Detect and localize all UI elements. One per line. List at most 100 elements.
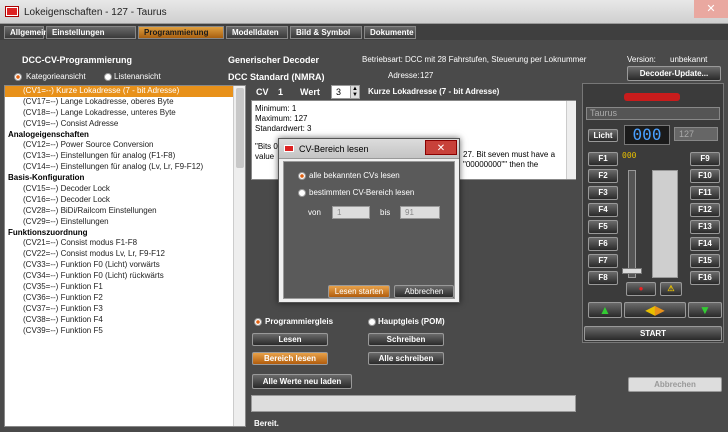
tree-item[interactable]: (CV1=--) Kurze Lokadresse (7 - bit Adres… [5,86,245,97]
function-button-f4[interactable]: F4 [588,203,618,217]
tree-item[interactable]: (CV33=--) Funktion F0 (Licht) vorwärts [5,260,245,271]
function-button-f16[interactable]: F16 [690,271,720,285]
dialog-cancel-button[interactable]: Abbrechen [394,285,454,298]
category-view-label: Kategorieansicht [26,72,86,81]
cancel-button[interactable]: Abbrechen [628,377,722,392]
tree-item[interactable]: (CV35=--) Funktion F1 [5,282,245,293]
arrow-up-icon[interactable]: ▲ [588,302,622,318]
dialog-titlebar: CV-Bereich lesen ✕ [279,139,459,159]
tree-group[interactable]: Funktionszuordnung [5,228,245,239]
list-view-radio[interactable] [104,73,112,81]
tree-item[interactable]: (CV29=--) Einstellungen [5,217,245,228]
read-range-button[interactable]: Bereich lesen [252,352,328,365]
address-label: Adresse: [388,71,420,80]
function-button-f12[interactable]: F12 [690,203,720,217]
category-view-radio[interactable] [14,73,22,81]
info-scrollbar[interactable] [566,101,576,179]
tab-einstellungen[interactable]: Einstellungen [46,26,136,39]
tree-item[interactable]: (CV12=--) Power Source Conversion [5,140,245,151]
function-button-f11[interactable]: F11 [690,186,720,200]
mode-label: Betriebsart: [362,55,403,64]
tree-group[interactable]: Basis-Konfiguration [5,173,245,184]
value-stepper[interactable]: ▲ ▼ [350,85,360,99]
tab-allgemein[interactable]: Allgemein [4,26,48,39]
tree-item[interactable]: (CV13=--) Einstellungen für analog (F1-F… [5,151,245,162]
value-input[interactable]: 3 [331,85,351,99]
opt-range-radio[interactable] [298,189,306,197]
function-button-f2[interactable]: F2 [588,169,618,183]
dialog-body: alle bekannten CVs lesen bestimmten CV-B… [283,161,455,299]
tree-item[interactable]: (CV39=--) Funktion F5 [5,326,245,337]
tree-item[interactable]: (CV28=--) BiDi/Railcom Einstellungen [5,206,245,217]
cv-description: Kurze Lokadresse (7 - bit Adresse) [368,87,500,96]
speed-slider-track[interactable] [628,170,636,278]
light-button[interactable]: Licht [588,129,618,142]
tree-item[interactable]: (CV17=--) Lange Lokadresse, oberes Byte [5,97,245,108]
tree-item[interactable]: (CV14=--) Einstellungen für analog (Lv, … [5,162,245,173]
write-button[interactable]: Schreiben [368,333,444,346]
main-track-radio[interactable] [368,318,376,326]
scroll-thumb[interactable] [236,88,244,168]
tree-group[interactable]: Analogeigenschaften [5,130,245,141]
tree-item[interactable]: (CV16=--) Decoder Lock [5,195,245,206]
arrow-down-icon[interactable]: ▼ [688,302,722,318]
info-line: Maximum: 127 [255,114,308,123]
function-button-f7[interactable]: F7 [588,254,618,268]
mode-value: DCC mit 28 Fahrstufen, Steuerung per Lok… [405,55,587,64]
function-button-f13[interactable]: F13 [690,220,720,234]
write-all-button[interactable]: Alle schreiben [368,352,444,365]
tab-dokumente[interactable]: Dokumente [364,26,416,39]
function-button-f6[interactable]: F6 [588,237,618,251]
opt-all-label: alle bekannten CVs lesen [309,171,400,180]
tree-item[interactable]: (CV22=--) Consist modus Lv, Lr, F9-F12 [5,249,245,260]
tab-programmierung[interactable]: Programmierung [138,26,224,39]
start-read-button[interactable]: Lesen starten [328,285,390,298]
to-label: bis [380,208,391,217]
tree-item[interactable]: (CV18=--) Lange Lokadresse, unteres Byte [5,108,245,119]
tree-item[interactable]: (CV38=--) Funktion F4 [5,315,245,326]
function-button-f14[interactable]: F14 [690,237,720,251]
address-select[interactable]: 127 [674,127,718,141]
tree-item[interactable]: (CV36=--) Funktion F2 [5,293,245,304]
function-button-f1[interactable]: F1 [588,152,618,166]
function-button-f15[interactable]: F15 [690,254,720,268]
loco-select[interactable]: Taurus [586,107,720,120]
version-label: Version: [627,55,656,64]
locomotive-icon [624,93,680,101]
info-line: Minimum: 1 [255,104,297,113]
title-bar: Lokeigenschaften - 127 - Taurus ✕ [0,0,728,24]
tree-scrollbar[interactable] [233,86,245,426]
warning-icon[interactable]: ⚠ [660,282,682,296]
address-value: 127 [420,71,434,80]
tab-modelldaten[interactable]: Modelldaten [226,26,288,39]
read-button[interactable]: Lesen [252,333,328,346]
tree-item[interactable]: (CV15=--) Decoder Lock [5,184,245,195]
prog-track-radio[interactable] [254,318,262,326]
from-input[interactable]: 1 [332,206,370,219]
function-button-f10[interactable]: F10 [690,169,720,183]
close-button[interactable]: ✕ [694,0,728,18]
tree-item[interactable]: (CV34=--) Funktion F0 (Licht) rückwärts [5,271,245,282]
speed-slider-thumb[interactable] [622,268,642,274]
function-button-f9[interactable]: F9 [690,152,720,166]
start-button[interactable]: START [584,326,722,341]
function-button-f3[interactable]: F3 [588,186,618,200]
tab-bild-symbol[interactable]: Bild & Symbol [290,26,362,39]
status-text: Bereit. [254,419,279,428]
tree-item[interactable]: (CV37=--) Funktion F3 [5,304,245,315]
prog-track-label: Programmiergleis [265,317,334,326]
direction-button[interactable]: ◀▶ [624,302,686,318]
tree-item[interactable]: (CV21=--) Consist modus F1-F8 [5,238,245,249]
function-button-f8[interactable]: F8 [588,271,618,285]
to-input[interactable]: 91 [400,206,440,219]
dialog-close-button[interactable]: ✕ [425,140,457,155]
dialog-icon [284,145,294,152]
list-view-label: Listenansicht [114,72,161,81]
reload-all-button[interactable]: Alle Werte neu laden [252,374,352,389]
cv-label: CV [256,87,269,97]
stop-button[interactable]: ● [626,282,656,296]
opt-all-radio[interactable] [298,172,306,180]
function-button-f5[interactable]: F5 [588,220,618,234]
decoder-update-button[interactable]: Decoder-Update... [627,66,721,81]
tree-item[interactable]: (CV19=--) Consist Adresse [5,119,245,130]
